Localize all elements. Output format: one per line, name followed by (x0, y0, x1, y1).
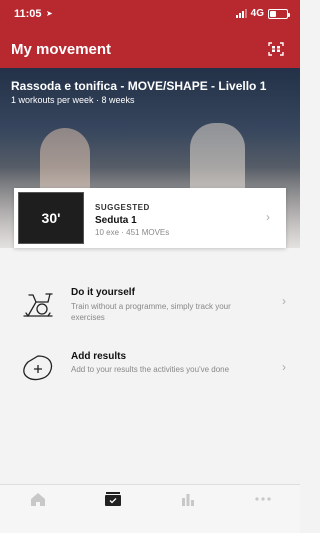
exercise-bike-icon (23, 293, 53, 317)
workout-thumbnail: 30' (18, 192, 84, 244)
app-header: 11:05 ➤ 4G My movement (0, 0, 300, 68)
suggested-workout-card[interactable]: 30' SUGGESTED Seduta 1 10 exe · 451 MOVE… (14, 188, 286, 248)
chevron-right-icon: › (266, 210, 270, 224)
home-icon[interactable] (28, 491, 48, 507)
network-label: 4G (250, 8, 264, 19)
battery-icon (268, 8, 290, 19)
workout-meta: 10 exe · 451 MOVEs (95, 228, 170, 237)
location-icon: ➤ (46, 9, 53, 18)
do-it-yourself-option[interactable]: Do it yourself Train without a programme… (0, 282, 300, 332)
option-title: Add results (71, 351, 127, 362)
status-time: 11:05 (14, 8, 42, 20)
option-title: Do it yourself (71, 287, 135, 298)
add-results-option[interactable]: Add results Add to your results the acti… (0, 346, 300, 396)
chevron-right-icon: › (282, 294, 286, 308)
workout-name: Seduta 1 (95, 215, 137, 226)
signal-icon (235, 9, 247, 18)
option-description: Add to your results the activities you'v… (71, 365, 230, 374)
tab-bar (0, 484, 300, 533)
more-icon[interactable] (253, 491, 273, 507)
page-title: My movement (11, 41, 112, 58)
program-title: Rassoda e tonifica - MOVE/SHAPE - Livell… (11, 79, 267, 93)
stats-icon[interactable] (178, 491, 198, 507)
program-subtitle: 1 workouts per week · 8 weeks (11, 95, 135, 105)
add-results-icon (23, 355, 53, 381)
workout-duration: 30' (41, 210, 61, 226)
program-icon[interactable] (103, 491, 123, 507)
status-bar: 11:05 ➤ 4G (0, 0, 300, 28)
suggested-tag: SUGGESTED (95, 203, 150, 212)
option-description: Train without a programme, simply track … (71, 302, 231, 322)
chevron-right-icon: › (282, 360, 286, 374)
scan-icon[interactable] (268, 42, 284, 56)
